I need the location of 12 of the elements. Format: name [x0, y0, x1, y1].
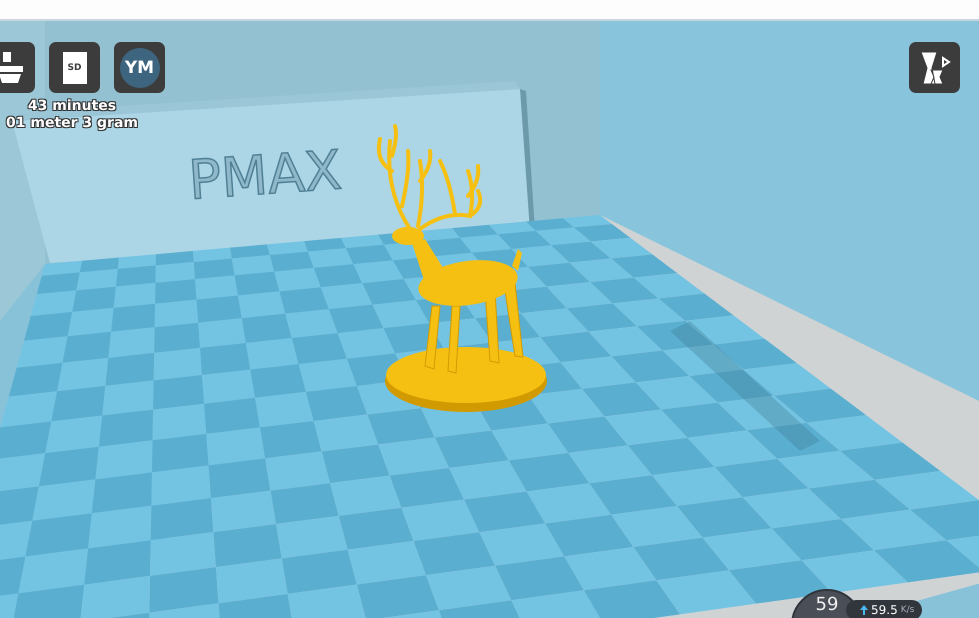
gauge-value: 59 [816, 595, 838, 615]
embossed-backplate-text: PMAX [186, 138, 344, 212]
print-time-text: 43 minutes [28, 98, 116, 115]
avatar-circle: YM [120, 48, 160, 88]
sd-card-button[interactable]: SD [49, 42, 100, 93]
material-usage-text: 01 meter 3 gram [6, 115, 138, 132]
account-button[interactable]: YM [114, 42, 165, 93]
up-arrow-icon [860, 605, 868, 615]
upload-speed-text: 59.5 [871, 603, 898, 617]
speed-unit-text: K/s [900, 605, 914, 615]
view-mode-button[interactable] [909, 42, 960, 93]
sd-label: SD [68, 62, 82, 72]
